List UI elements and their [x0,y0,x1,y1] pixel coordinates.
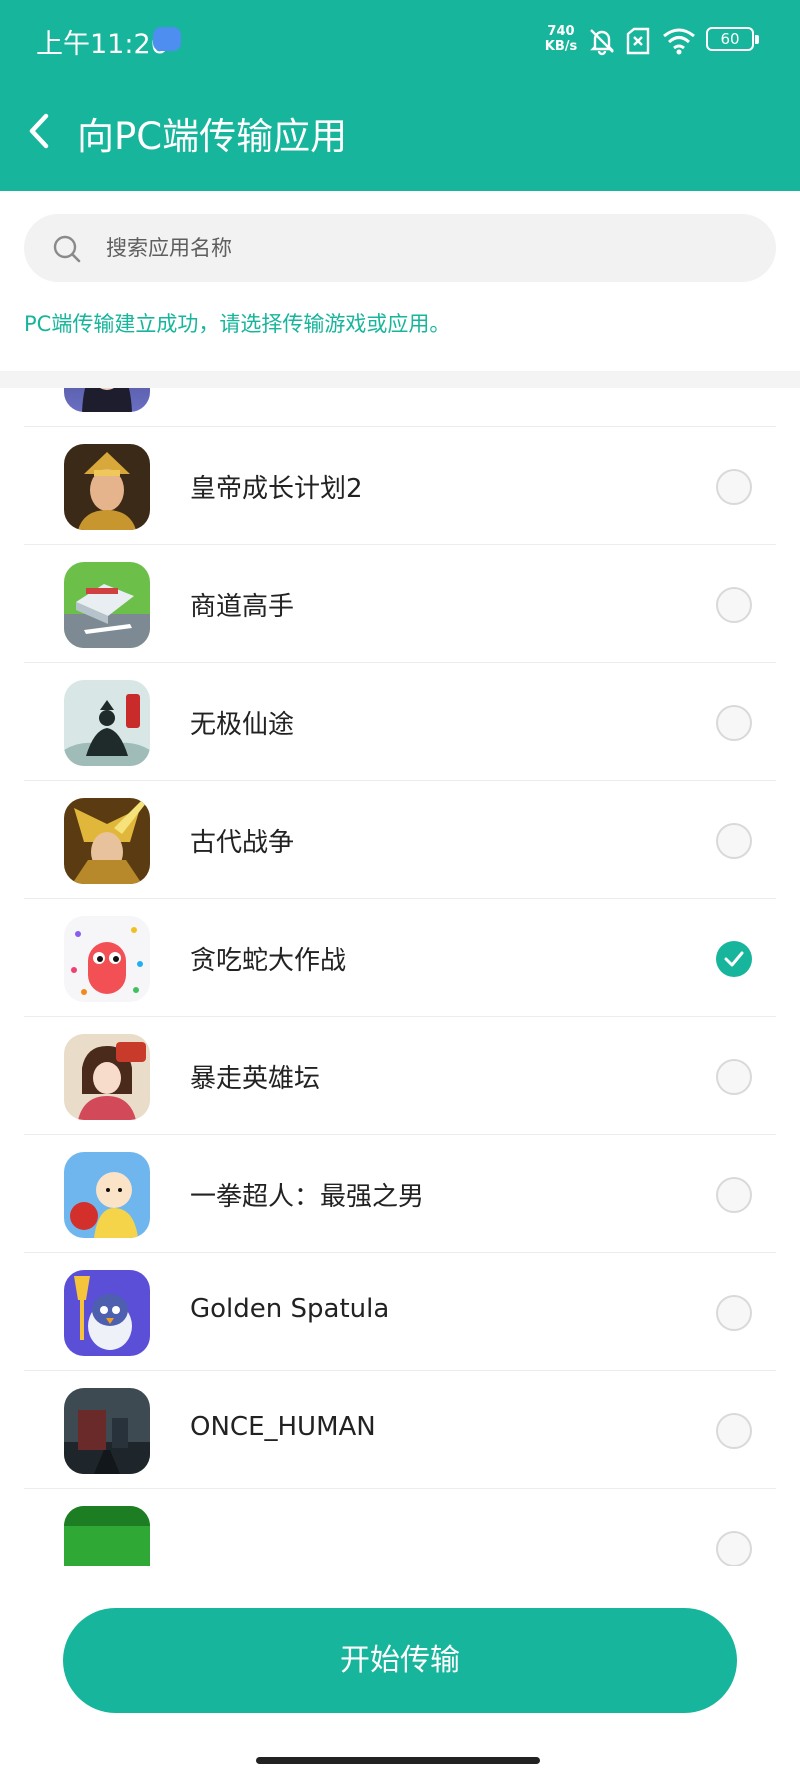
network-speed-unit: KB/s [544,39,578,54]
app-list[interactable]: 迷雾之夏皇帝成长计划2 商道高手无极仙途古代战争贪吃蛇大作战暴走英雄坛一拳超人：最… [0,388,800,1566]
airport-building-icon [64,562,150,648]
status-bar: 上午11:26 740 KB/s 60 [0,0,800,80]
checkbox-unchecked[interactable] [716,1177,752,1213]
back-arrow-icon[interactable] [18,106,62,156]
checkbox-unchecked[interactable] [716,587,752,623]
anime-boy-icon [64,388,150,412]
emperor-icon [64,444,150,530]
checkbox-unchecked[interactable] [716,1413,752,1449]
app-list-item[interactable]: 贪吃蛇大作战 [24,899,776,1017]
app-list-scroll: 迷雾之夏皇帝成长计划2 商道高手无极仙途古代战争贪吃蛇大作战暴走英雄坛一拳超人：最… [0,388,800,1566]
search-bar[interactable] [24,214,776,282]
app-list-item[interactable]: 商道高手 [24,545,776,663]
app-name: 无极仙途 [190,710,295,740]
connection-hint: PC端传输建立成功，请选择传输游戏或应用。 [24,312,451,336]
checkbox-unchecked[interactable] [716,705,752,741]
search-input[interactable] [106,226,746,270]
mute-bell-icon [590,29,614,56]
bald-hero-icon [64,1152,150,1238]
app-list-item[interactable]: 古代战争 [24,781,776,899]
home-indicator[interactable] [256,1757,540,1764]
checkbox-unchecked[interactable] [716,1059,752,1095]
dark-city-icon [64,1388,150,1474]
app-name: 商道高手 [190,592,295,622]
checkmark-icon [724,951,744,967]
section-divider [0,371,800,388]
notification-app-icon [153,27,181,51]
page-title: 向PC端传输应用 [77,115,348,158]
start-transfer-button[interactable]: 开始传输 [63,1608,737,1713]
app-name: 皇帝成长计划2 [190,474,363,504]
checkbox-checked[interactable] [716,941,752,977]
app-name: 贪吃蛇大作战 [190,946,347,976]
app-name: Golden Spatula [190,1294,390,1324]
app-list-item[interactable]: 无极仙途 [24,663,776,781]
app-list-item[interactable]: ONCE_HUMAN [24,1371,776,1489]
checkbox-unchecked[interactable] [716,469,752,505]
penguin-spatula-icon [64,1270,150,1356]
wifi-icon [663,28,695,55]
status-time: 上午11:26 [36,29,168,60]
red-snake-icon [64,916,150,1002]
network-speed: 740 KB/s [541,24,581,54]
app-name: 古代战争 [190,828,295,858]
no-sim-icon [626,27,650,55]
app-header: 上午11:26 740 KB/s 60 向PC端传输应用 [0,0,800,191]
app-list-item[interactable] [24,1489,776,1566]
app-list-item[interactable]: Golden Spatula [24,1253,776,1371]
app-name: 暴走英雄坛 [190,1064,321,1094]
search-icon [53,235,81,263]
checkbox-unchecked[interactable] [716,1531,752,1566]
hero-girl-icon [64,1034,150,1120]
app-list-item[interactable]: 暴走英雄坛 [24,1017,776,1135]
app-name: 一拳超人：最强之男 [190,1182,425,1212]
network-speed-value: 740 [547,24,575,39]
green-game-icon [64,1506,150,1566]
app-list-item[interactable]: 迷雾之夏 [24,388,776,427]
checkbox-unchecked[interactable] [716,823,752,859]
app-list-item[interactable]: 皇帝成长计划2 [24,427,776,545]
checkbox-unchecked[interactable] [716,1295,752,1331]
app-list-item[interactable]: 一拳超人：最强之男 [24,1135,776,1253]
meditating-immortal-icon [64,680,150,766]
golden-warrior-icon [64,798,150,884]
app-name: ONCE_HUMAN [190,1412,376,1442]
battery-indicator: 60 [706,27,759,51]
